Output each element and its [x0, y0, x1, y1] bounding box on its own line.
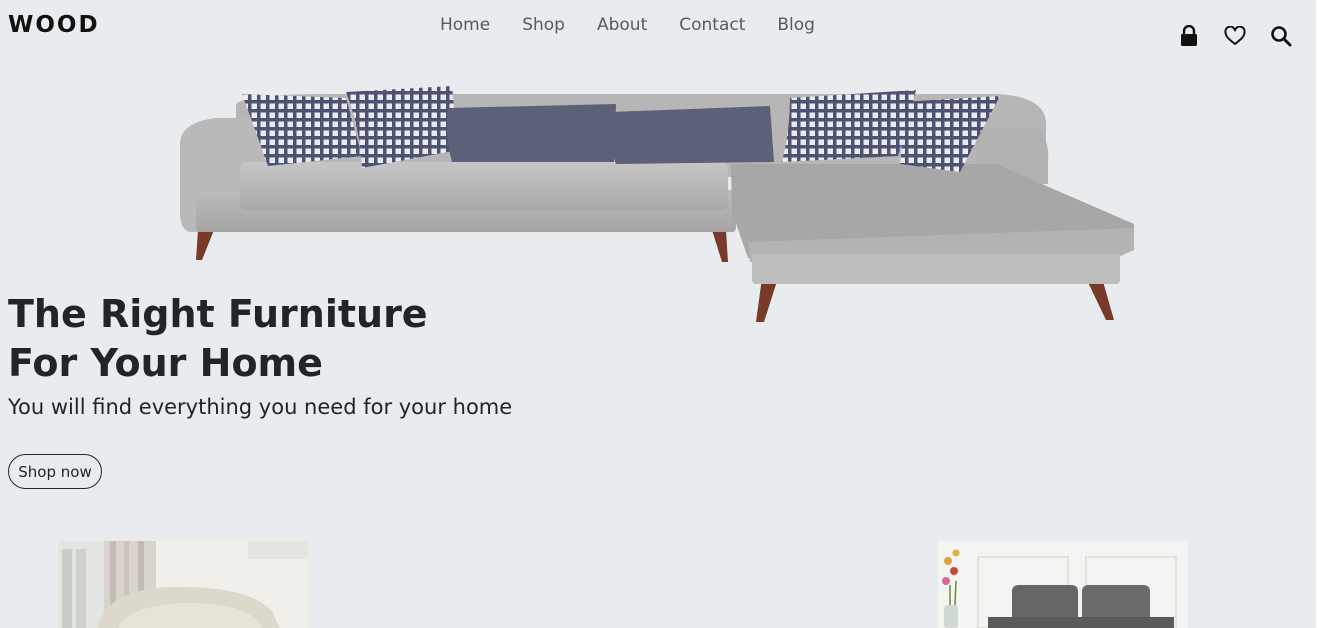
hero-title-line2: For Your Home: [8, 341, 323, 385]
lock-icon[interactable]: [1178, 25, 1200, 47]
hero-subtitle: You will find everything you need for yo…: [8, 395, 513, 419]
nav-home[interactable]: Home: [440, 15, 490, 35]
hero-title: The Right Furniture For Your Home: [8, 290, 428, 388]
nav-blog[interactable]: Blog: [777, 15, 815, 35]
search-icon[interactable]: [1270, 25, 1292, 47]
nav-contact[interactable]: Contact: [679, 15, 745, 35]
page: WOOD Home Shop About Contact Blog The Ri…: [0, 0, 1316, 628]
product-image-grey-sofa[interactable]: [938, 541, 1188, 628]
shop-now-button[interactable]: Shop now: [8, 454, 102, 489]
header-icons: [1178, 25, 1292, 47]
nav-about[interactable]: About: [597, 15, 647, 35]
main-nav: Home Shop About Contact Blog: [440, 15, 815, 35]
hero-title-line1: The Right Furniture: [8, 292, 428, 336]
logo[interactable]: WOOD: [8, 12, 100, 38]
nav-shop[interactable]: Shop: [522, 15, 565, 35]
heart-icon[interactable]: [1224, 25, 1246, 47]
product-image-armchair[interactable]: [58, 541, 308, 628]
